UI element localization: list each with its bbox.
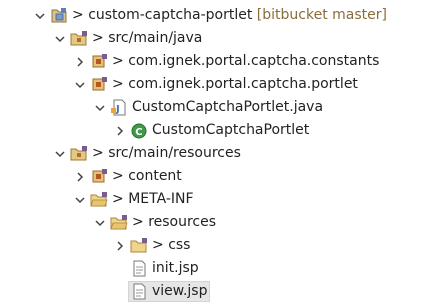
tree-item-prefix: > [112,53,129,69]
tree-item-name: META-INF [128,191,194,207]
project-name: custom-captcha-portlet [88,7,253,23]
tree-item-name: src/main/java [108,30,203,46]
tree-item-name: com.ignek.portal.captcha.portlet [128,76,358,92]
chevron-down-icon[interactable] [94,211,106,234]
tree-item-init-jsp[interactable]: init.jsp [0,257,426,280]
tree-item-label: > com.ignek.portal.captcha.constants [112,50,379,73]
tree-item-name: css [168,237,191,253]
source-folder-icon [70,145,88,162]
tree-item-name: content [128,168,182,184]
git-decoration: [bitbucket master] [256,7,387,23]
tree-item-resources[interactable]: > resources [0,211,426,234]
tree-item-pkg-portlet[interactable]: > com.ignek.portal.captcha.portlet [0,73,426,96]
tree-item-src-main-java[interactable]: > src/main/java [0,27,426,50]
tree-item-java-class[interactable]: C CustomCaptchaPortlet [0,119,426,142]
tree-item-content[interactable]: > content [0,165,426,188]
tree-item-prefix: > [112,191,129,207]
jsp-file-icon [130,260,148,277]
tree-item-name: com.ignek.portal.captcha.constants [128,53,380,69]
tree-item-label: CustomCaptchaPortlet [152,119,309,142]
source-folder-icon [70,30,88,47]
java-file-icon: J [110,99,128,116]
project-icon [50,7,68,24]
folder-icon [130,237,148,254]
tree-item-pkg-constants[interactable]: > com.ignek.portal.captcha.constants [0,50,426,73]
package-icon [90,76,108,93]
project-explorer-tree: > custom-captcha-portlet [bitbucket mast… [0,0,426,303]
class-icon: C [130,122,148,139]
tree-item-prefix: > [132,214,149,230]
tree-item-name: init.jsp [152,260,199,276]
chevron-right-icon[interactable] [114,119,126,142]
chevron-right-icon[interactable] [114,234,126,257]
chevron-down-icon[interactable] [74,73,86,96]
tree-item-label: > src/main/java [92,27,202,50]
folder-icon [110,214,128,231]
tree-item-name: view.jsp [152,283,208,299]
tree-item-css[interactable]: > css [0,234,426,257]
tree-item-label: > resources [132,211,216,234]
tree-item-src-main-resources[interactable]: > src/main/resources [0,142,426,165]
tree-item-label: > META-INF [112,188,194,211]
tree-item-label: view.jsp [152,280,207,303]
chevron-down-icon[interactable] [54,142,66,165]
package-icon [90,53,108,70]
tree-item-label: > com.ignek.portal.captcha.portlet [112,73,358,96]
tree-item-name: CustomCaptchaPortlet.java [132,99,324,115]
tree-item-prefix: > [152,237,169,253]
tree-item-label: > src/main/resources [92,142,241,165]
tree-item-name: resources [148,214,217,230]
jsp-file-icon [130,283,148,300]
tree-item-label: > custom-captcha-portlet [bitbucket mast… [72,4,387,27]
tree-item-prefix: > [72,7,89,23]
tree-item-label: CustomCaptchaPortlet.java [132,96,323,119]
tree-item-prefix: > [92,30,109,46]
chevron-down-icon[interactable] [74,188,86,211]
folder-icon [90,191,108,208]
chevron-right-icon[interactable] [74,50,86,73]
tree-item-name: CustomCaptchaPortlet [152,122,310,138]
tree-item-prefix: > [92,145,109,161]
tree-item-label: > content [112,165,182,188]
tree-item-meta-inf[interactable]: > META-INF [0,188,426,211]
tree-item-prefix: > [112,168,129,184]
chevron-down-icon[interactable] [54,27,66,50]
tree-item-label: init.jsp [152,257,199,280]
tree-item-project[interactable]: > custom-captcha-portlet [bitbucket mast… [0,4,426,27]
tree-item-view-jsp[interactable]: view.jsp [0,280,426,303]
chevron-down-icon[interactable] [34,4,46,27]
chevron-right-icon[interactable] [74,165,86,188]
chevron-down-icon[interactable] [94,96,106,119]
tree-item-prefix: > [112,76,129,92]
package-icon [90,168,108,185]
tree-item-name: src/main/resources [108,145,241,161]
svg-text:C: C [135,127,142,138]
tree-item-label: > css [152,234,190,257]
tree-item-java-file[interactable]: J CustomCaptchaPortlet.java [0,96,426,119]
